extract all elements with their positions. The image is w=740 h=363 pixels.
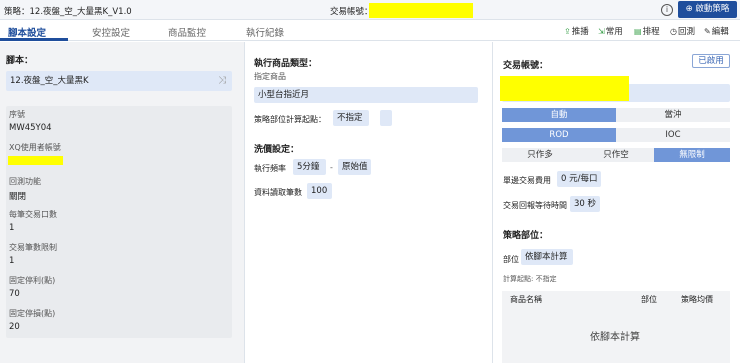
enabled-button[interactable]: 已啟用 bbox=[692, 54, 730, 68]
position-label: 策略部位： bbox=[503, 231, 549, 241]
freq-mode-select[interactable]: 原始值 bbox=[338, 159, 371, 175]
table-empty-text: 依腳本計算 bbox=[590, 332, 640, 343]
wait-input[interactable]: 30 秒 bbox=[570, 196, 600, 212]
limit-value: 1 bbox=[9, 256, 15, 266]
top-bar: 策略：12.夜盤_空_大量黑K_V1.0 交易帳號： i ⊕ 啟動策略 bbox=[0, 0, 740, 20]
col-avg-price: 策略均價 bbox=[681, 295, 713, 304]
right-account-mask bbox=[500, 76, 629, 101]
take-profit-value: 70 bbox=[9, 289, 20, 299]
wash-label: 洗價設定： bbox=[254, 145, 300, 155]
serial-value: MW45Y04 bbox=[9, 123, 52, 133]
backtest-icon: ◷ bbox=[670, 27, 677, 36]
direction-unlimited[interactable]: 無限制 bbox=[654, 148, 730, 162]
push-button[interactable]: ⇪推播 bbox=[564, 25, 589, 37]
tab-risk-settings[interactable]: 安控設定 bbox=[92, 25, 130, 39]
serial-label: 序號 bbox=[9, 110, 25, 119]
position-calc-extra[interactable] bbox=[380, 110, 392, 126]
freq-separator: - bbox=[330, 163, 333, 172]
stop-loss-value: 20 bbox=[9, 322, 20, 332]
fee-input[interactable]: 0 元/每口 bbox=[557, 171, 601, 187]
direction-short[interactable]: 只作空 bbox=[578, 148, 654, 162]
product-type-label: 執行商品類型： bbox=[254, 59, 318, 69]
script-label: 腳本： bbox=[6, 56, 34, 66]
account-value-mask bbox=[369, 3, 473, 18]
unit-label: 部位 bbox=[503, 255, 519, 264]
mode-daytrade[interactable]: 當沖 bbox=[616, 108, 730, 122]
push-icon: ⇪ bbox=[564, 27, 571, 36]
specified-product-field[interactable]: 小型台指近月 bbox=[254, 87, 478, 103]
stop-loss-label: 固定停損(點) bbox=[9, 309, 56, 318]
mode-auto[interactable]: 自動 bbox=[502, 108, 616, 122]
position-calc-label: 策略部位計算起點： bbox=[254, 115, 326, 124]
lot-label: 每筆交易口數 bbox=[9, 210, 57, 219]
col-product-name: 商品名稱 bbox=[510, 295, 542, 304]
freq-select[interactable]: 5分鐘 bbox=[293, 159, 326, 175]
col-position: 部位 bbox=[641, 295, 657, 304]
strategy-title: 策略：12.夜盤_空_大量黑K_V1.0 bbox=[4, 7, 132, 17]
start-strategy-button[interactable]: ⊕ 啟動策略 bbox=[678, 1, 737, 18]
freq-label: 執行頻率 bbox=[254, 164, 286, 173]
script-select[interactable]: 12.夜盤_空_大量黑K ⤨ bbox=[6, 71, 232, 91]
bars-label: 資料讀取筆數 bbox=[254, 188, 302, 197]
position-calc-select[interactable]: 不指定 bbox=[333, 110, 369, 126]
unit-select[interactable]: 依腳本計算 bbox=[521, 249, 573, 265]
specified-label: 指定商品 bbox=[254, 72, 286, 81]
bars-input[interactable]: 100 bbox=[307, 183, 332, 199]
tab-execution-log[interactable]: 執行紀錄 bbox=[246, 25, 284, 39]
xq-user-label: XQ使用者帳號 bbox=[9, 143, 61, 152]
fee-label: 單邊交易費用 bbox=[503, 176, 551, 185]
favorite-icon: ⇲ bbox=[598, 27, 605, 36]
lot-value: 1 bbox=[9, 223, 15, 233]
tab-bar: 腳本設定 安控設定 商品監控 執行紀錄 bbox=[0, 21, 740, 41]
calc-start-note: 計算起點: 不指定 bbox=[503, 275, 557, 283]
order-rod[interactable]: ROD bbox=[502, 128, 616, 142]
direction-long[interactable]: 只作多 bbox=[502, 148, 578, 162]
script-info-box bbox=[6, 106, 232, 338]
swap-icon[interactable]: ⤨ bbox=[218, 71, 226, 91]
tab-script-settings[interactable]: 腳本設定 bbox=[8, 25, 46, 39]
edit-icon: ✎ bbox=[704, 27, 711, 36]
tab-product-monitor[interactable]: 商品監控 bbox=[168, 25, 206, 39]
schedule-icon: ▤ bbox=[634, 27, 642, 36]
backtest-button[interactable]: ◷回測 bbox=[670, 25, 695, 37]
favorite-button[interactable]: ⇲常用 bbox=[598, 25, 623, 37]
take-profit-label: 固定停利(點) bbox=[9, 276, 56, 285]
wait-label: 交易回報等待時間 bbox=[503, 201, 567, 210]
xq-user-mask bbox=[8, 156, 63, 165]
limit-label: 交易筆數限制 bbox=[9, 243, 57, 252]
info-icon[interactable]: i bbox=[661, 4, 673, 16]
active-tab-indicator bbox=[0, 38, 68, 41]
schedule-button[interactable]: ▤排程 bbox=[634, 25, 660, 37]
backtest-label: 回測功能 bbox=[9, 177, 41, 186]
backtest-value: 關閉 bbox=[9, 192, 27, 202]
order-ioc[interactable]: IOC bbox=[616, 128, 730, 142]
account-label: 交易帳號： bbox=[330, 7, 373, 17]
edit-button[interactable]: ✎編輯 bbox=[704, 25, 729, 37]
right-account-label: 交易帳號： bbox=[503, 61, 549, 71]
